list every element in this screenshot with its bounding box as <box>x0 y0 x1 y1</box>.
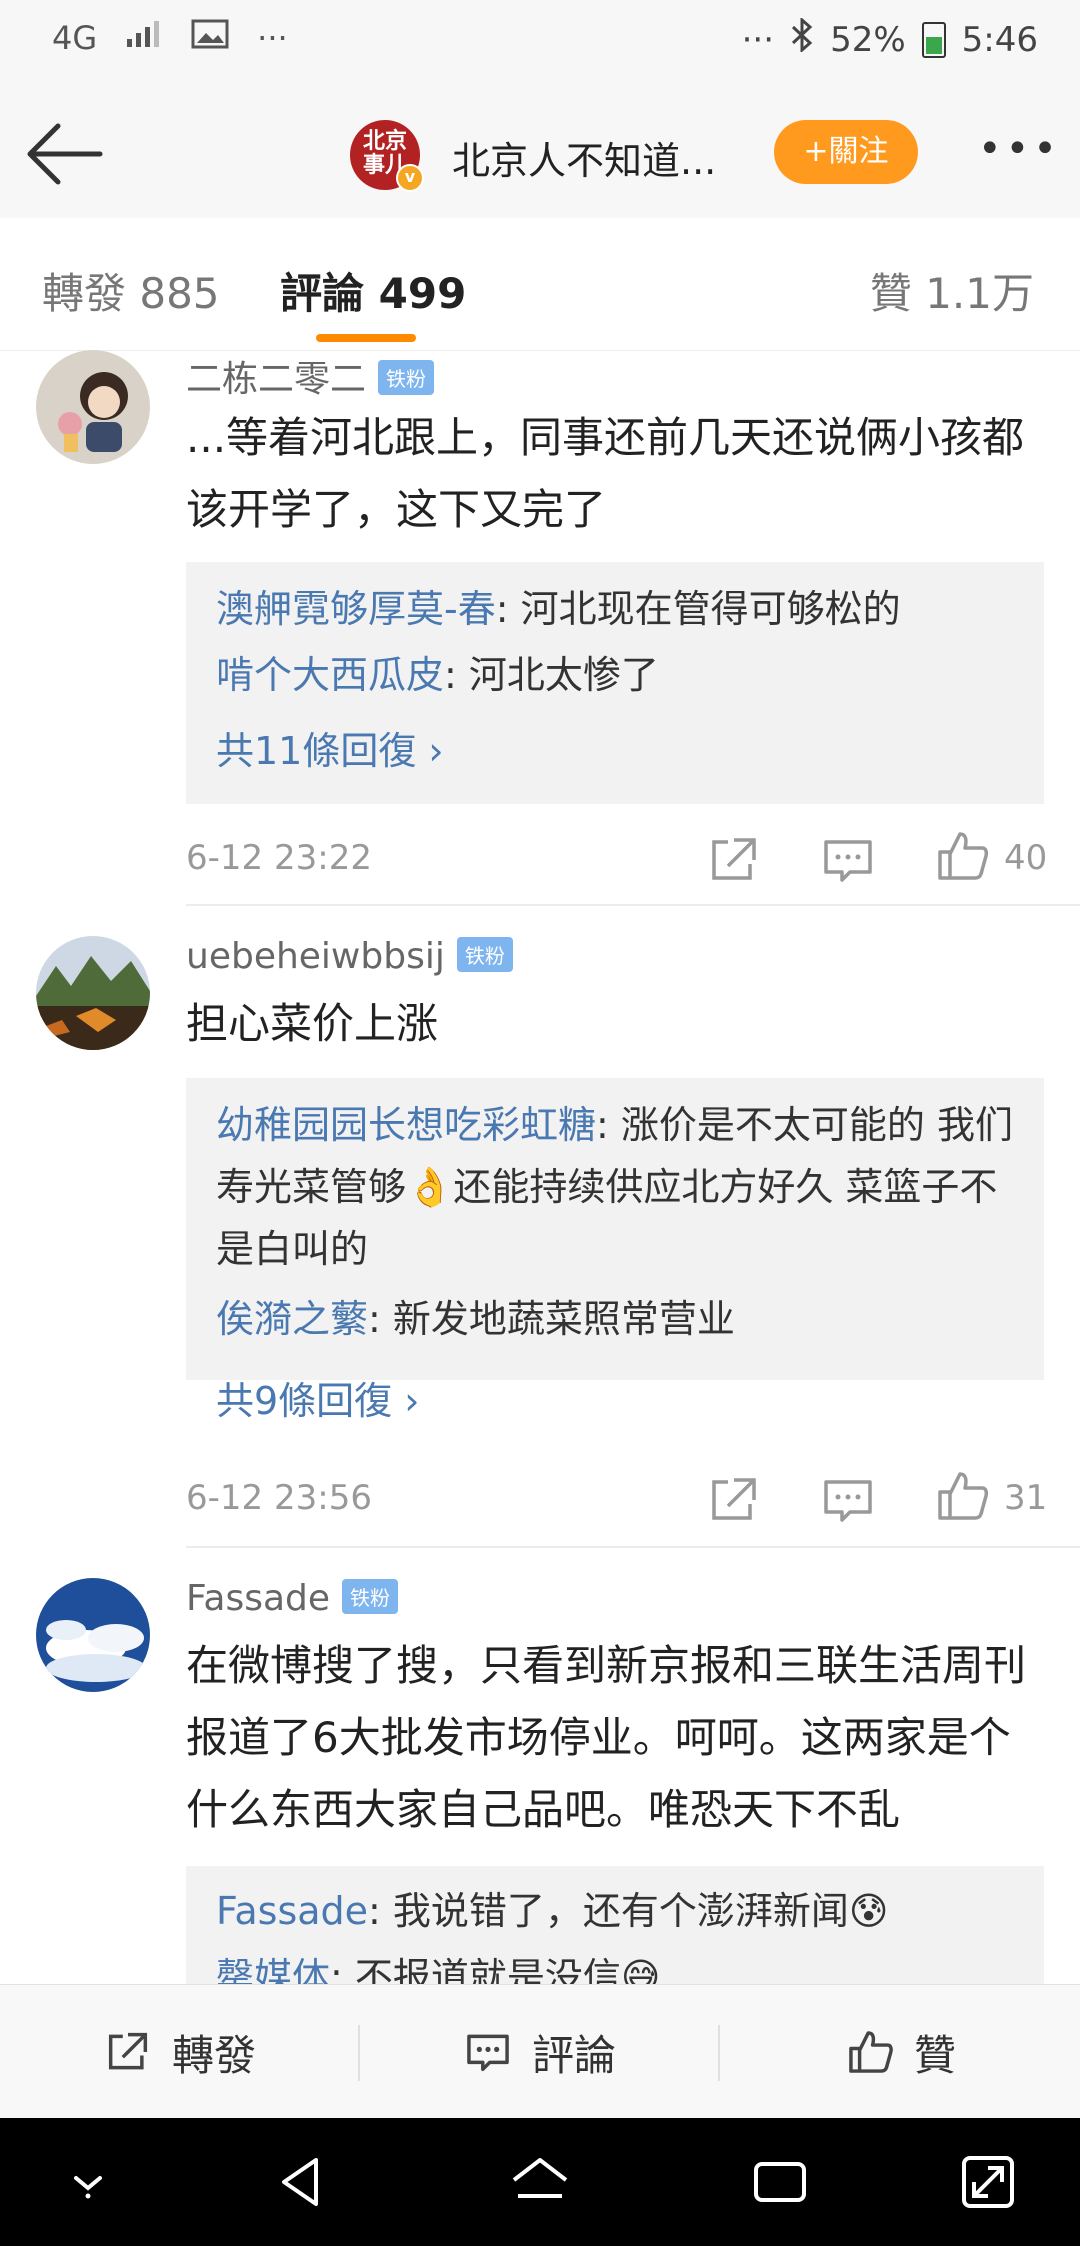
reply-username[interactable]: 幼稚园园长想吃彩虹糖 <box>216 1103 596 1147</box>
thumbs-up-icon <box>938 1472 989 1520</box>
fan-badge: 铁粉 <box>378 359 435 395</box>
fan-badge: 铁粉 <box>342 1578 399 1614</box>
tab-bar: 轉發 885 評論 499 贊 1.1万 <box>0 218 1080 351</box>
comment-text: ...等着河北跟上，同事还前几天还说俩小孩都该开学了，这下又完了 <box>186 413 1025 534</box>
back-button[interactable] <box>20 116 110 192</box>
system-nav-bar <box>0 2118 1080 2246</box>
nav-expand-button[interactable] <box>952 2146 1024 2218</box>
reply-item[interactable]: Fassade: 我说错了，还有个澎湃新闻😰 <box>216 1880 1016 1942</box>
battery-icon <box>921 21 946 58</box>
tab-active-indicator <box>316 334 416 342</box>
repost-action[interactable] <box>704 830 764 890</box>
home-icon <box>512 2158 568 2198</box>
network-indicator: 4G <box>52 19 98 57</box>
fan-badge: 铁粉 <box>456 936 513 972</box>
divider <box>186 1546 1080 1548</box>
nav-recents-button[interactable] <box>744 2146 816 2218</box>
back-triangle-icon <box>282 2158 318 2206</box>
reply-text: : 河北太惨了 <box>444 653 659 697</box>
like-button[interactable]: 贊 <box>720 1985 1080 2119</box>
share-icon <box>712 1478 756 1520</box>
nav-collapse-button[interactable] <box>52 2146 124 2218</box>
thumbs-up-icon <box>938 832 989 880</box>
reply-item[interactable]: 俟漪之蘩: 新发地蔬菜照常营业 <box>216 1288 1016 1350</box>
more-replies-link[interactable]: 共11條回復 › <box>216 720 444 775</box>
comment-icon <box>824 1480 872 1522</box>
comment-action[interactable] <box>818 1470 878 1530</box>
comment-icon <box>824 840 872 882</box>
recents-icon <box>754 2162 806 2202</box>
header-title[interactable]: 北京人不知道... <box>452 130 716 185</box>
verified-icon: v <box>396 164 424 192</box>
divider <box>186 904 1080 906</box>
back-arrow-icon <box>27 123 103 185</box>
clock: 5:46 <box>961 19 1038 60</box>
comment-action[interactable] <box>818 830 878 890</box>
gallery-icon <box>191 18 229 58</box>
comment-username[interactable]: 二栋二零二 铁粉 <box>186 350 435 402</box>
reply-item[interactable]: 幼稚园园长想吃彩虹糖: 涨价是不太可能的 我们寿光菜管够👌还能持续供应北方好久 … <box>216 1094 1016 1280</box>
comment-button[interactable]: 評論 <box>360 1985 718 2119</box>
share-icon <box>108 2032 148 2070</box>
nav-home-button[interactable] <box>504 2146 576 2218</box>
comment-time: 6-12 23:22 <box>186 838 372 878</box>
reply-box[interactable]: 澳舺霓够厚莫-春: 河北现在管得可够松的 啃个大西瓜皮: 河北太惨了 共11條回… <box>186 562 1044 804</box>
reply-text: : 新发地蔬菜照常营业 <box>368 1297 735 1341</box>
reply-item[interactable]: 啃个大西瓜皮: 河北太惨了 <box>216 644 1016 706</box>
account-avatar[interactable]: 北京事儿 v <box>350 120 424 192</box>
like-action[interactable] <box>932 1466 992 1526</box>
comment-label: 評論 <box>531 2030 616 2080</box>
status-overflow-left: ··· <box>257 19 288 57</box>
reply-username[interactable]: Fassade <box>216 1889 368 1933</box>
like-label: 贊 <box>913 2030 956 2080</box>
nav-back-button[interactable] <box>266 2146 338 2218</box>
username-text[interactable]: uebeheiwbbsij <box>186 936 445 977</box>
like-count: 31 <box>1004 1478 1048 1518</box>
reply-text: : 河北现在管得可够松的 <box>495 587 901 631</box>
status-bar: 4G ··· ··· 52% 5:46 <box>0 0 1080 90</box>
chevron-down-icon <box>74 2176 102 2199</box>
reply-username[interactable]: 澳舺霓够厚莫-春 <box>216 587 496 631</box>
reply-item[interactable]: 澳舺霓够厚莫-春: 河北现在管得可够松的 <box>216 578 1016 640</box>
like-count: 40 <box>1004 838 1048 878</box>
username-text[interactable]: 二栋二零二 <box>186 359 366 400</box>
tab-comments[interactable]: 評論 499 <box>280 260 466 321</box>
reply-text: : 我说错了，还有个澎湃新闻😰 <box>368 1889 889 1933</box>
comment-username[interactable]: uebeheiwbbsij 铁粉 <box>186 936 513 977</box>
like-action[interactable] <box>932 826 992 886</box>
comment-username[interactable]: Fassade 铁粉 <box>186 1578 399 1619</box>
reply-username[interactable]: 啃个大西瓜皮 <box>216 653 444 697</box>
repost-label: 轉發 <box>171 2030 256 2080</box>
status-overflow-right: ··· <box>741 19 775 60</box>
avatar[interactable] <box>36 936 150 1050</box>
reply-box[interactable]: 幼稚园园长想吃彩虹糖: 涨价是不太可能的 我们寿光菜管够👌还能持续供应北方好久 … <box>186 1078 1044 1380</box>
follow-button[interactable]: +關注 <box>774 120 918 184</box>
reply-box[interactable]: Fassade: 我说错了，还有个澎湃新闻😰 罄媒体: 不报道就是没信😅 <box>186 1866 1044 1999</box>
thumbs-up-icon <box>849 2031 893 2073</box>
reply-username[interactable]: 俟漪之蘩 <box>216 1297 368 1341</box>
bluetooth-icon <box>790 16 814 61</box>
bottom-toolbar: 轉發 評論 贊 <box>0 1984 1080 2119</box>
battery-percent: 52% <box>830 19 906 60</box>
more-menu-button[interactable]: ••• <box>978 126 1058 176</box>
expand-icon <box>962 2156 1014 2208</box>
avatar[interactable] <box>36 1578 150 1692</box>
comment-text: 担心菜价上涨 <box>186 999 439 1048</box>
comment-time: 6-12 23:56 <box>186 1478 372 1518</box>
tab-likes[interactable]: 贊 1.1万 <box>870 260 1034 321</box>
username-text[interactable]: Fassade <box>186 1578 330 1619</box>
tab-repost[interactable]: 轉發 885 <box>42 260 220 321</box>
repost-button[interactable]: 轉發 <box>0 1985 358 2119</box>
comment-icon <box>467 2034 509 2072</box>
comment-text: 在微博搜了搜，只看到新京报和三联生活周刊报道了6大批发市场停业。呵呵。这两家是个… <box>186 1641 1027 1834</box>
more-replies-link[interactable]: 共9條回復 › <box>216 1370 419 1425</box>
top-header: 北京事儿 v 北京人不知道... +關注 ••• <box>0 90 1080 219</box>
signal-icon <box>125 19 163 57</box>
share-icon <box>712 838 756 880</box>
avatar[interactable] <box>36 350 150 464</box>
repost-action[interactable] <box>704 1470 764 1530</box>
